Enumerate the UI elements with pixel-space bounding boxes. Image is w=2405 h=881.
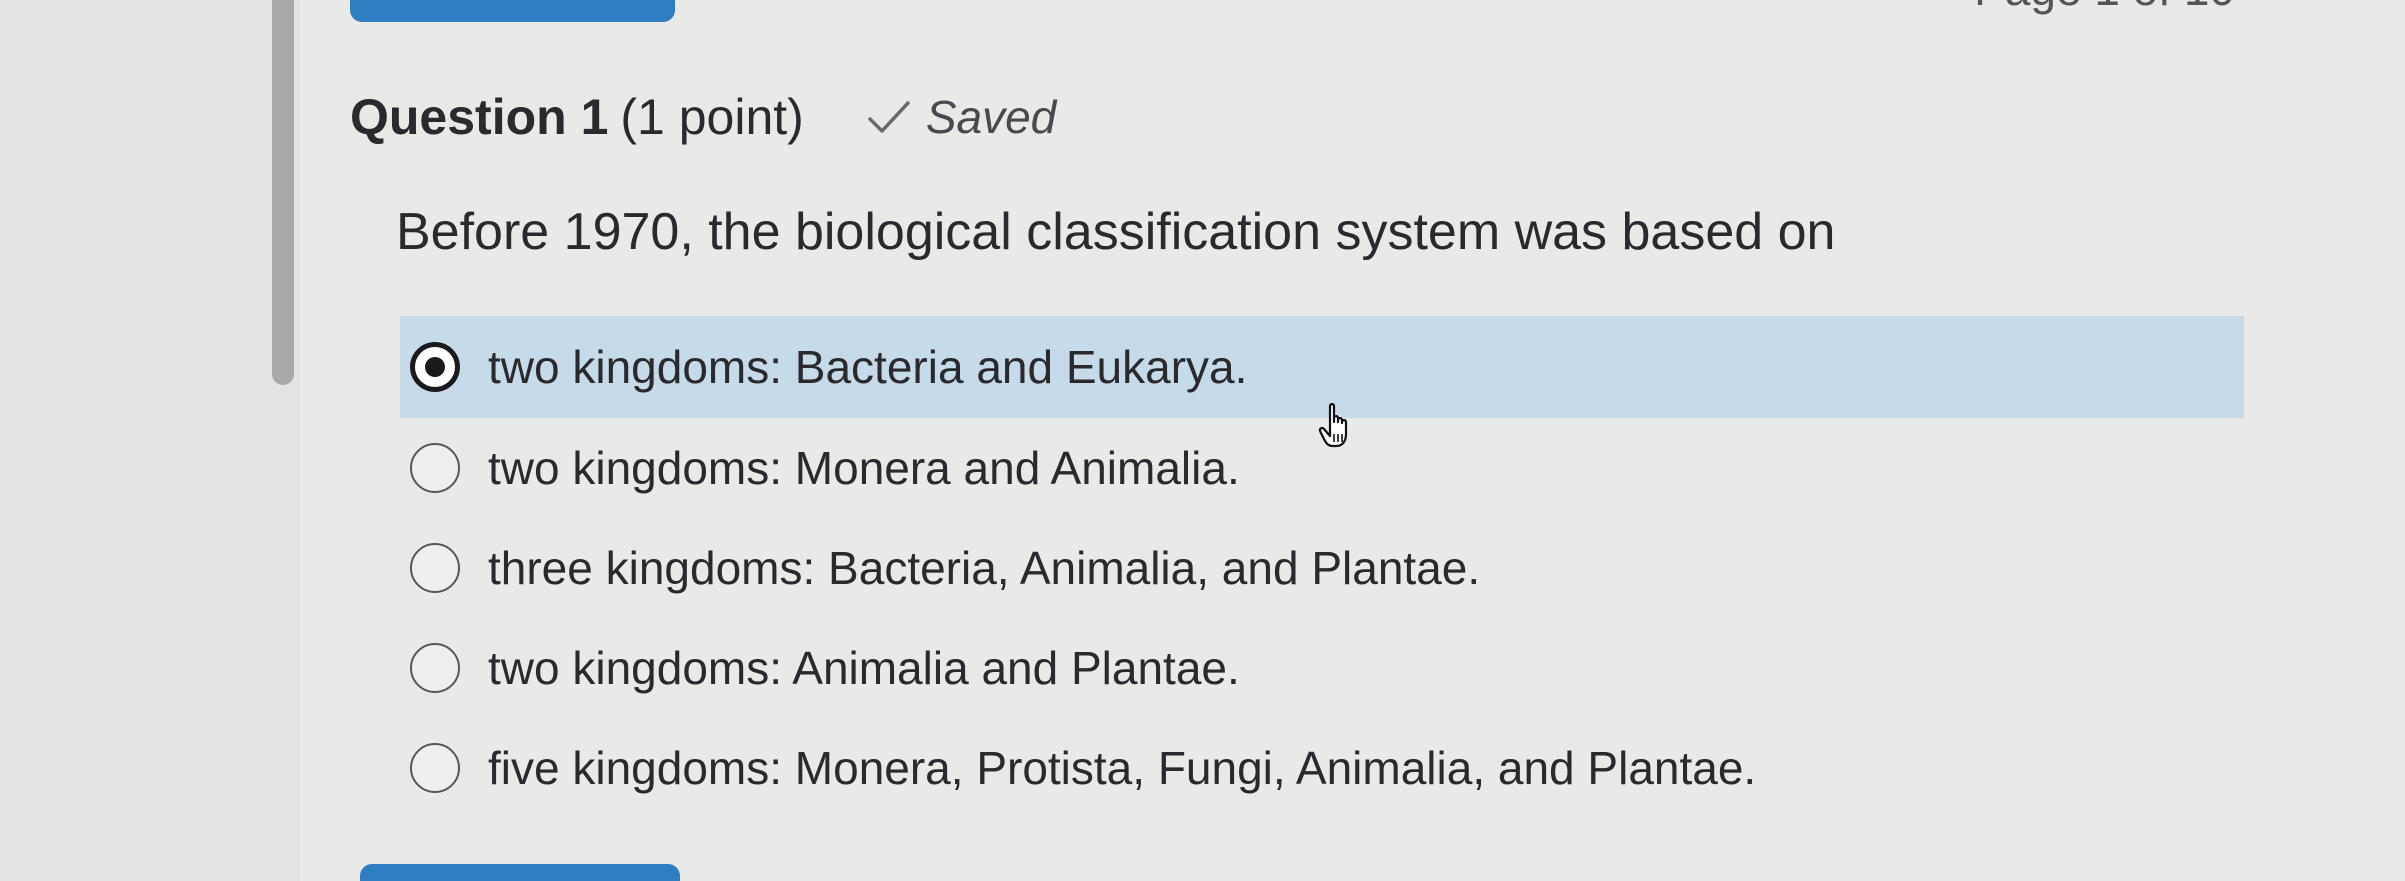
radio-button[interactable]	[410, 643, 460, 693]
question-points: (1 point)	[620, 89, 804, 145]
option-label: five kingdoms: Monera, Protista, Fungi, …	[488, 742, 1757, 794]
hand-pointer-icon	[1318, 403, 1348, 448]
option-5[interactable]: five kingdoms: Monera, Protista, Fungi, …	[400, 718, 2244, 818]
option-3[interactable]: three kingdoms: Bacteria, Animalia, and …	[400, 518, 2244, 618]
question-prompt: Before 1970, the biological classificati…	[396, 203, 1836, 261]
page-indicator: Page 1 of 10	[1974, 0, 2235, 16]
radio-button[interactable]	[410, 443, 460, 493]
option-4[interactable]: two kingdoms: Animalia and Plantae.	[400, 618, 2244, 718]
option-label: three kingdoms: Bacteria, Animalia, and …	[488, 542, 1481, 594]
option-label: two kingdoms: Animalia and Plantae.	[488, 642, 1240, 694]
scrollbar-thumb[interactable]	[272, 0, 294, 385]
top-nav-button[interactable]	[350, 0, 675, 22]
left-panel	[0, 0, 300, 881]
radio-button-selected[interactable]	[410, 342, 460, 392]
saved-status: Saved	[925, 91, 1057, 143]
answer-options: two kingdoms: Bacteria and Eukarya. two …	[400, 316, 2244, 818]
question-title: Question 1	[350, 89, 609, 145]
bottom-nav-button[interactable]	[360, 864, 680, 881]
question-header: Question 1 (1 point) Saved	[350, 88, 1056, 146]
option-label: two kingdoms: Monera and Animalia.	[488, 442, 1240, 494]
checkmark-icon	[868, 101, 910, 133]
radio-button[interactable]	[410, 743, 460, 793]
radio-button[interactable]	[410, 543, 460, 593]
radio-dot	[425, 357, 445, 377]
option-label: two kingdoms: Bacteria and Eukarya.	[488, 341, 1248, 393]
